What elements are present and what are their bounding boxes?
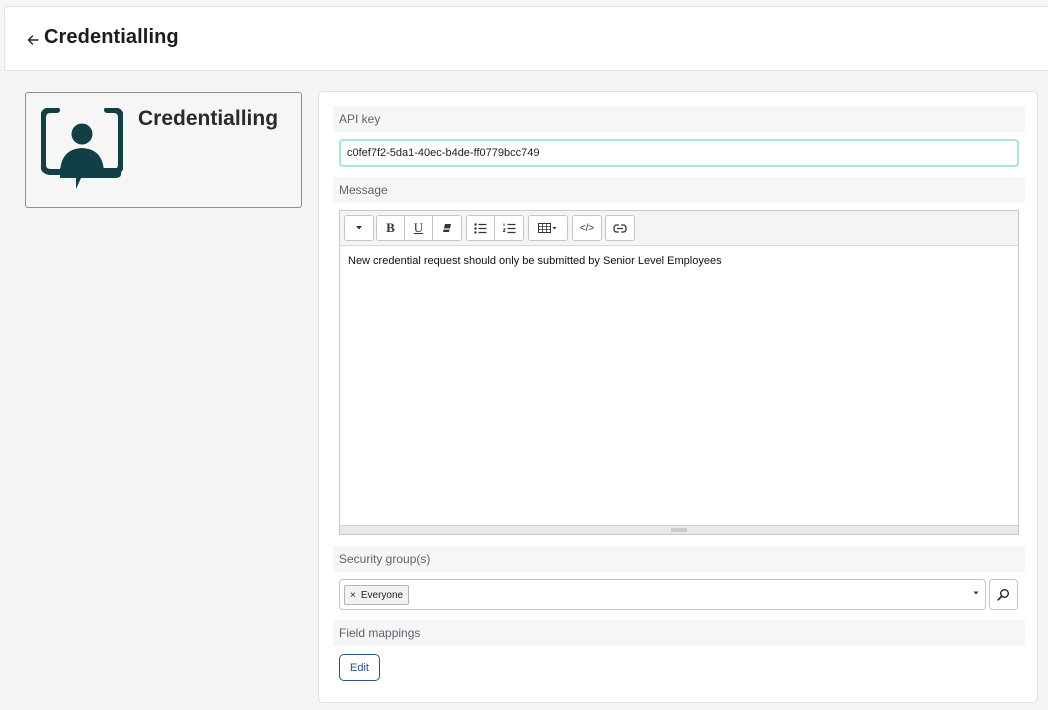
code-view-button[interactable]: </> — [573, 216, 601, 240]
tag-chip-everyone: × Everyone — [344, 585, 410, 605]
table-icon — [538, 223, 557, 233]
page-title: Credentialling — [44, 26, 179, 48]
page-header: Credentialling — [4, 6, 1048, 71]
message-editor: B U </> New credential request should on… — [339, 210, 1019, 535]
style-dropdown-button[interactable] — [345, 216, 373, 240]
person-presentation-icon — [41, 108, 123, 189]
security-groups-lookup-button[interactable] — [989, 579, 1018, 610]
caret-down-icon[interactable] — [973, 590, 979, 596]
app-name: Credentialling — [138, 107, 279, 130]
search-icon — [997, 589, 1009, 601]
message-label: Message — [333, 177, 1025, 203]
eraser-icon — [443, 224, 451, 232]
api-key-input[interactable] — [339, 139, 1019, 167]
numbered-list-button[interactable] — [495, 216, 523, 240]
security-groups-select[interactable]: × Everyone — [339, 579, 986, 610]
app-card: Credentialling — [25, 92, 302, 208]
edit-field-mappings-button[interactable]: Edit — [339, 654, 380, 681]
numbered-list-icon — [502, 223, 515, 233]
grip-icon — [671, 528, 687, 532]
underline-button[interactable]: U — [405, 216, 433, 240]
field-mappings-label: Field mappings — [333, 620, 1025, 646]
clear-format-button[interactable] — [433, 216, 461, 240]
tag-label: Everyone — [360, 589, 404, 601]
security-groups-label: Security group(s) — [333, 546, 1025, 572]
arrow-left-icon — [27, 35, 39, 45]
link-icon — [613, 223, 627, 233]
editor-toolbar: B U </> — [340, 211, 1018, 246]
message-editor-body[interactable]: New credential request should only be su… — [340, 246, 1018, 527]
bullet-list-icon — [474, 222, 487, 234]
settings-panel: API key Message B U — [318, 91, 1038, 703]
table-button[interactable] — [529, 216, 567, 240]
insert-link-button[interactable] — [606, 216, 634, 240]
remove-tag-button[interactable]: × — [350, 590, 356, 601]
api-key-label: API key — [333, 106, 1025, 132]
caret-down-icon — [356, 226, 362, 230]
bullet-list-button[interactable] — [467, 216, 495, 240]
bold-button[interactable]: B — [377, 216, 405, 240]
back-button[interactable] — [23, 30, 43, 50]
editor-resize-handle[interactable] — [340, 525, 1018, 534]
